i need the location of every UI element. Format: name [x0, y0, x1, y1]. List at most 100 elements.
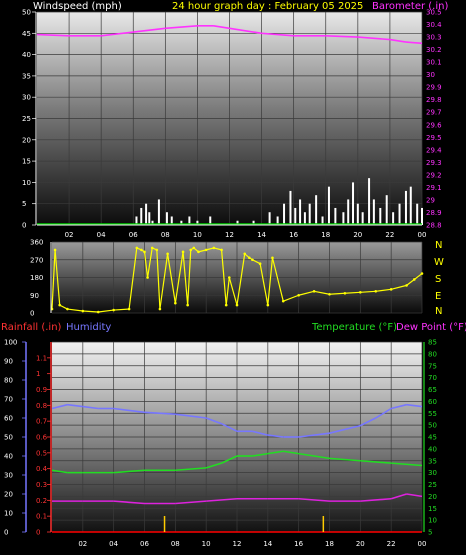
compass-n-bottom: N: [435, 306, 442, 317]
rainfall-label: Rainfall (.in): [1, 322, 62, 333]
wind-xtick-7: 16: [289, 231, 298, 239]
rain-ytick-4: 0.4: [36, 465, 48, 473]
temp-ytick-11: 60: [428, 398, 437, 406]
lower-xtick-11: 00: [418, 540, 427, 548]
wind-bar-26: [342, 212, 345, 225]
rain-ytick-1: 0.1: [36, 513, 47, 521]
hum-ytick-8: 80: [4, 377, 13, 385]
baro-ytick-6: 29.4: [426, 146, 442, 154]
lower-xtick-5: 12: [233, 540, 242, 548]
temp-ytick-14: 75: [428, 362, 437, 370]
compass-e: E: [435, 291, 441, 302]
temp-ytick-3: 20: [428, 493, 437, 501]
dewpoint-label: Dew Point (°F): [396, 322, 466, 333]
wind-bar-16: [283, 203, 286, 225]
humidity-label: Humidity: [66, 322, 111, 333]
wind-ytick-9: 45: [22, 30, 31, 38]
wind-bar-22: [315, 195, 318, 225]
compass-s: S: [435, 274, 441, 285]
baro-ytick-13: 30.1: [426, 59, 442, 67]
rain-ytick-3: 0.3: [36, 481, 47, 489]
lower-xtick-1: 04: [109, 540, 118, 548]
wind-xtick-11: 00: [418, 231, 427, 239]
lower-xtick-7: 16: [294, 540, 303, 548]
wind-bar-3: [148, 212, 151, 225]
wind-bar-6: [165, 212, 168, 225]
baro-ytick-12: 30: [426, 71, 435, 79]
hum-ytick-3: 30: [4, 472, 13, 480]
temp-ytick-13: 70: [428, 374, 437, 382]
wind-xtick-9: 20: [353, 231, 362, 239]
baro-ytick-7: 29.5: [426, 134, 442, 142]
wind-xtick-0: 02: [65, 231, 74, 239]
baro-ytick-11: 29.9: [426, 84, 442, 92]
baro-ytick-5: 29.3: [426, 159, 442, 167]
wind-xtick-3: 08: [161, 231, 170, 239]
wind-ytick-7: 35: [22, 72, 31, 80]
hum-ytick-5: 50: [4, 434, 13, 442]
wind-bar-27: [347, 199, 350, 225]
rain-ytick-7: 0.7: [36, 418, 47, 426]
lower-xtick-10: 22: [387, 540, 396, 548]
rain-ytick-5: 0.5: [36, 449, 47, 457]
wind-bar-29: [356, 203, 359, 225]
hum-ytick-2: 20: [4, 491, 13, 499]
compass-n-top: N: [435, 240, 442, 251]
baro-ytick-10: 29.8: [426, 96, 442, 104]
baro-ytick-0: 28.8: [426, 222, 442, 230]
dir-ytick-4: 360: [30, 239, 43, 247]
wind-ytick-5: 25: [22, 115, 31, 123]
wind-ytick-4: 20: [22, 136, 31, 144]
compass-w: W: [434, 257, 444, 268]
lower-xtick-0: 02: [78, 540, 87, 548]
wind-ytick-1: 5: [22, 200, 26, 208]
temp-ytick-6: 35: [428, 457, 437, 465]
wind-xtick-1: 04: [97, 231, 106, 239]
wind-bar-21: [308, 203, 311, 225]
wind-bar-31: [368, 178, 371, 225]
baro-ytick-15: 30.3: [426, 34, 442, 42]
wind-bar-2: [145, 203, 148, 225]
temp-ytick-10: 55: [428, 410, 437, 418]
hum-ytick-6: 60: [4, 415, 13, 423]
wind-bar-40: [421, 207, 423, 225]
wind-ytick-0: 0: [22, 222, 26, 230]
temp-ytick-4: 25: [428, 481, 437, 489]
baro-ytick-9: 29.7: [426, 109, 442, 117]
baro-ytick-16: 30.4: [426, 21, 442, 29]
wind-ytick-8: 40: [22, 51, 31, 59]
wind-xtick-10: 22: [385, 231, 394, 239]
hum-ytick-7: 70: [4, 396, 13, 404]
baro-ytick-1: 28.9: [426, 209, 442, 217]
baro-ytick-17: 30.5: [426, 9, 442, 17]
rain-ytick-8: 0.8: [36, 402, 47, 410]
wind-bar-30: [361, 212, 364, 225]
baro-ytick-8: 29.6: [426, 121, 442, 129]
hum-ytick-9: 90: [4, 358, 13, 366]
baro-ytick-3: 29.1: [426, 184, 442, 192]
wind-bar-38: [409, 186, 412, 225]
rain-ytick-6: 0.6: [36, 434, 48, 442]
wind-xtick-4: 10: [193, 231, 202, 239]
lower-xtick-3: 08: [171, 540, 180, 548]
rain-ytick-11: 1.1: [36, 354, 47, 362]
wind-bar-19: [299, 199, 302, 225]
temp-ytick-9: 50: [428, 422, 437, 430]
wind-bar-34: [385, 195, 388, 225]
graph-canvas: Windspeed (mph) 24 hour graph day : Febr…: [1, 1, 466, 548]
temp-ytick-5: 30: [428, 469, 437, 477]
dir-ytick-1: 90: [30, 292, 39, 300]
lower-xtick-2: 06: [140, 540, 149, 548]
wind-bar-24: [327, 186, 330, 225]
wind-bar-32: [372, 199, 375, 225]
rain-ytick-0: 0: [36, 529, 40, 537]
wind-bar-33: [379, 207, 382, 225]
dir-ytick-3: 270: [30, 256, 43, 264]
temp-ytick-2: 15: [428, 505, 437, 513]
lower-xtick-9: 20: [356, 540, 365, 548]
rain-ytick-9: 0.9: [36, 386, 47, 394]
baro-ytick-2: 29: [426, 196, 435, 204]
wind-bar-39: [416, 203, 419, 225]
hum-ytick-10: 100: [4, 339, 17, 347]
temp-ytick-16: 85: [428, 339, 437, 347]
